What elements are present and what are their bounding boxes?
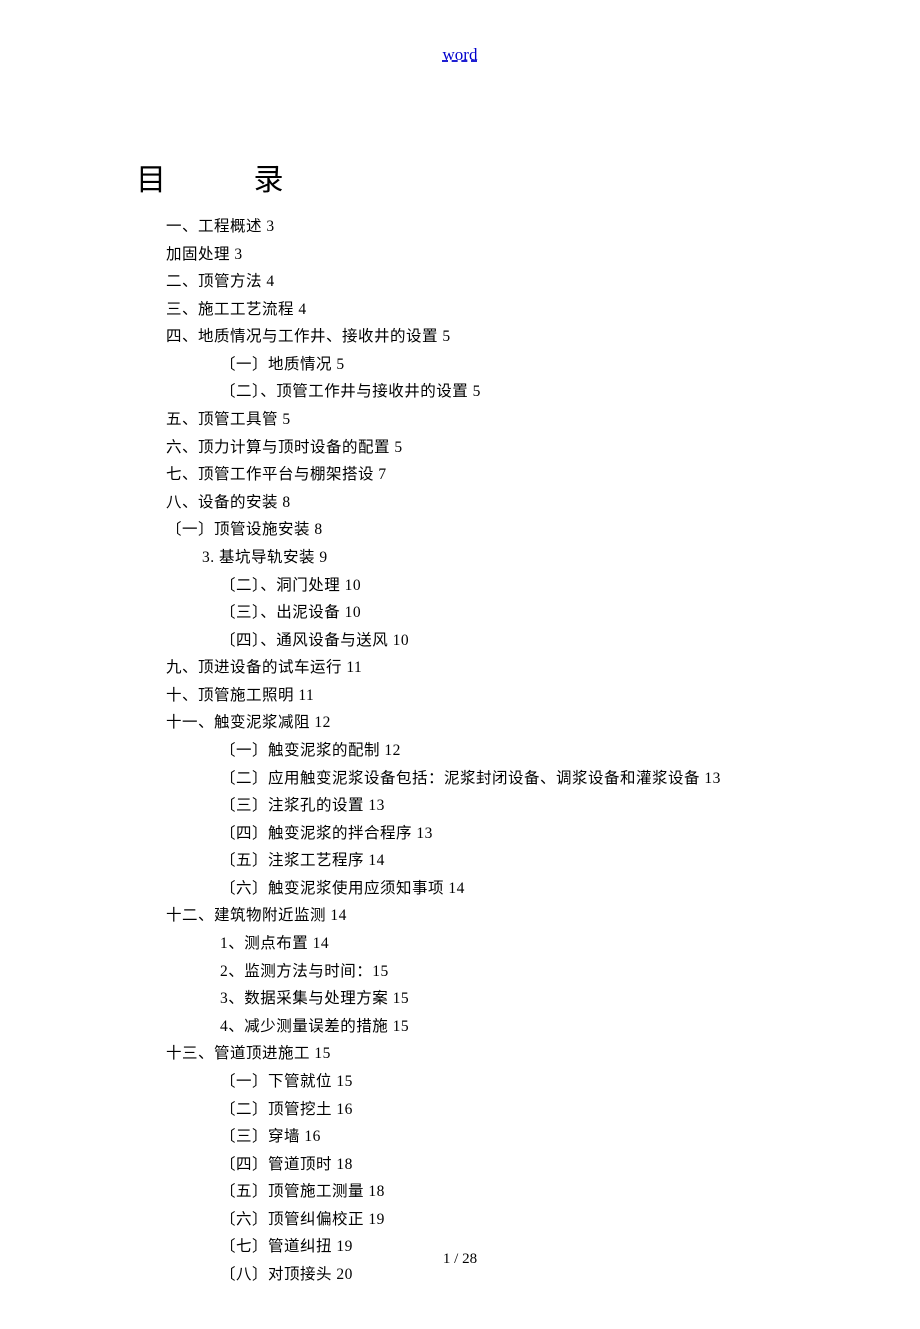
toc-line: 〔五〕注浆工艺程序 14 — [130, 847, 790, 875]
toc-line: 三、施工工艺流程 4 — [130, 296, 790, 324]
toc-line: 九、顶进设备的试车运行 11 — [130, 654, 790, 682]
toc-line: 加固处理 3 — [130, 241, 790, 269]
toc-line: 〔一〕地质情况 5 — [130, 351, 790, 379]
toc-line: 〔一〕顶管设施安装 8 — [130, 516, 790, 544]
toc-line: 2、监测方法与时间：15 — [130, 958, 790, 986]
toc-line: 五、顶管工具管 5 — [130, 406, 790, 434]
toc-line: 〔六〕顶管纠偏校正 19 — [130, 1206, 790, 1234]
toc-line: 3、数据采集与处理方案 15 — [130, 985, 790, 1013]
toc-line: 二、顶管方法 4 — [130, 268, 790, 296]
toc-line: 〔六〕触变泥浆使用应须知事项 14 — [130, 875, 790, 903]
toc-line: 3. 基坑导轨安装 9 — [130, 544, 790, 572]
page-footer: 1 / 28 — [0, 1251, 920, 1268]
toc-line: 〔一〕下管就位 15 — [130, 1068, 790, 1096]
toc-line: 十三、管道顶进施工 15 — [130, 1040, 790, 1068]
toc-line: 〔二〕顶管挖土 16 — [130, 1096, 790, 1124]
toc-line: 〔二〕、洞门处理 10 — [130, 572, 790, 600]
toc-line: 〔四〕触变泥浆的拌合程序 13 — [130, 820, 790, 848]
toc-line: 十一、触变泥浆减阻 12 — [130, 709, 790, 737]
toc-line: 〔五〕顶管施工测量 18 — [130, 1178, 790, 1206]
toc-line: 〔三〕、出泥设备 10 — [130, 599, 790, 627]
toc-line: 〔四〕管道顶时 18 — [130, 1151, 790, 1179]
toc-body: 一、工程概述 3 加固处理 3 二、顶管方法 4 三、施工工艺流程 4 四、地质… — [130, 213, 790, 1289]
toc-line: 〔三〕穿墙 16 — [130, 1123, 790, 1151]
toc-line: 四、地质情况与工作井、接收井的设置 5 — [130, 323, 790, 351]
toc-line: 六、顶力计算与顶时设备的配置 5 — [130, 434, 790, 462]
page-indicator: 1 / 28 — [443, 1251, 477, 1267]
toc-line: 〔二〕、顶管工作井与接收井的设置 5 — [130, 378, 790, 406]
toc-line: 4、减少测量误差的措施 15 — [130, 1013, 790, 1041]
word-link[interactable]: word — [443, 45, 478, 64]
header-link-container: word — [130, 45, 790, 65]
toc-line: 七、顶管工作平台与棚架搭设 7 — [130, 461, 790, 489]
toc-line: 〔二〕应用触变泥浆设备包括：泥浆封闭设备、调浆设备和灌浆设备 13 — [130, 765, 790, 793]
toc-line: 〔三〕注浆孔的设置 13 — [130, 792, 790, 820]
document-page: word 目 录 一、工程概述 3 加固处理 3 二、顶管方法 4 三、施工工艺… — [0, 0, 920, 1329]
toc-line: 1、测点布置 14 — [130, 930, 790, 958]
toc-line: 八、设备的安装 8 — [130, 489, 790, 517]
toc-line: 十、顶管施工照明 11 — [130, 682, 790, 710]
toc-title: 目 录 — [136, 155, 790, 199]
toc-line: 〔一〕触变泥浆的配制 12 — [130, 737, 790, 765]
toc-line: 〔四〕、通风设备与送风 10 — [130, 627, 790, 655]
toc-line: 一、工程概述 3 — [130, 213, 790, 241]
toc-line: 十二、建筑物附近监测 14 — [130, 902, 790, 930]
